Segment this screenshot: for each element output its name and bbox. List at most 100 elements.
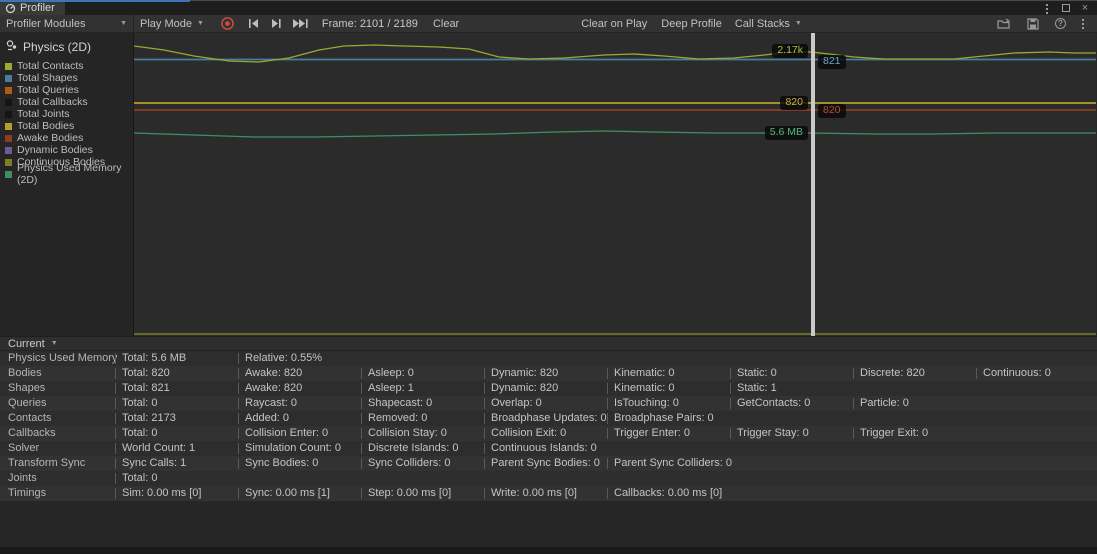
chart-value-badge-820: 820 (818, 104, 846, 118)
tab-profiler[interactable]: Profiler (0, 1, 65, 15)
focused-tab-accent (0, 0, 190, 2)
table-row-contacts: Contacts Total: 2173 Added: 0 Removed: 0 Bro… (0, 411, 1097, 426)
row-label: Transform Sync (8, 456, 85, 471)
table-row-bodies: BodiesTotal: 820Awake: 820Asleep: 0Dynam… (0, 366, 1097, 381)
stat-cell: Sync Calls: 1 (115, 458, 186, 469)
legend-swatch (5, 159, 12, 166)
stat-cell: Added: 0 (238, 413, 289, 424)
detail-view-dropdown[interactable]: Current ▼ (0, 336, 1097, 351)
clear-button[interactable]: Clear (426, 15, 466, 32)
row-label: Contacts (8, 411, 51, 426)
chart-legend: Total ContactsTotal ShapesTotal QueriesT… (5, 60, 133, 180)
chevron-down-icon: ▼ (197, 20, 204, 27)
legend-swatch (5, 99, 12, 106)
legend-swatch (5, 87, 12, 94)
stat-cell: Write: 0.00 ms [0] (484, 488, 577, 499)
call-stacks-dropdown[interactable]: Call Stacks ▼ (729, 15, 808, 32)
tab-title: Profiler (20, 2, 55, 14)
legend-item-physics-used-memory-2d[interactable]: Physics Used Memory (2D) (5, 168, 133, 180)
physics-details-table: Physics Used MemoryTotal: 5.6 MBRelative… (0, 351, 1097, 501)
stat-cell: Continuous: 0 (976, 368, 1051, 379)
stat-cell: Total: 0 (115, 398, 157, 409)
profiler-modules-dropdown[interactable]: Profiler Modules ▼ (0, 15, 134, 32)
legend-item-total-joints[interactable]: Total Joints (5, 108, 133, 120)
empty-space (0, 501, 1097, 547)
legend-item-total-shapes[interactable]: Total Shapes (5, 72, 133, 84)
chart-value-badge-2-17k: 2.17k (772, 44, 808, 58)
profiler-chart[interactable]: 2.17k 821 820 820 5.6 MB (134, 33, 1096, 336)
module-header-physics-2d[interactable]: Physics (2D) (5, 37, 133, 60)
stat-cell: Removed: 0 (361, 413, 427, 424)
legend-swatch (5, 171, 12, 178)
toolbar-menu-icon[interactable] (1078, 18, 1089, 29)
chart-value-badge-820: 820 (780, 96, 808, 110)
legend-item-dynamic-bodies[interactable]: Dynamic Bodies (5, 144, 133, 156)
load-profile-icon[interactable] (993, 18, 1015, 30)
stat-cell: Collision Enter: 0 (238, 428, 328, 439)
legend-swatch (5, 135, 12, 142)
stat-cell: Broadphase Updates: 0 (484, 413, 607, 424)
stat-cell: Total: 2173 (115, 413, 176, 424)
module-panel: Physics (2D) Total ContactsTotal ShapesT… (0, 33, 134, 336)
stat-cell: Trigger Exit: 0 (853, 428, 928, 439)
deep-profile-toggle[interactable]: Deep Profile (654, 15, 729, 32)
stat-cell: Collision Stay: 0 (361, 428, 447, 439)
frame-scrubber[interactable] (811, 33, 815, 336)
stat-cell: Awake: 820 (238, 368, 302, 379)
profiler-toolbar: Profiler Modules ▼ Play Mode ▼ (0, 15, 1097, 33)
chevron-down-icon: ▼ (120, 20, 127, 27)
next-frame-button[interactable] (265, 15, 287, 32)
row-label: Joints (8, 471, 37, 486)
stat-cell: Dynamic: 820 (484, 368, 558, 379)
legend-item-awake-bodies[interactable]: Awake Bodies (5, 132, 133, 144)
first-frame-button[interactable] (243, 15, 265, 32)
stat-cell: Trigger Enter: 0 (607, 428, 690, 439)
window-menu-icon[interactable] (1041, 2, 1053, 14)
legend-swatch (5, 75, 12, 82)
legend-swatch (5, 123, 12, 130)
stat-cell: Raycast: 0 (238, 398, 297, 409)
stat-cell: Trigger Stay: 0 (730, 428, 809, 439)
stat-cell: Simulation Count: 0 (238, 443, 341, 454)
module-title: Physics (2D) (23, 40, 91, 54)
stat-cell: GetContacts: 0 (730, 398, 810, 409)
stat-cell: IsTouching: 0 (607, 398, 679, 409)
close-icon[interactable]: × (1079, 2, 1091, 14)
legend-item-total-queries[interactable]: Total Queries (5, 84, 133, 96)
title-bar: Profiler × (0, 0, 1097, 15)
chart-value-badge-5-6-mb: 5.6 MB (765, 126, 808, 140)
table-row-transform-sync: Transform SyncSync Calls: 1Sync Bodies: … (0, 456, 1097, 471)
clear-on-play-toggle[interactable]: Clear on Play (574, 15, 654, 32)
row-label: Bodies (8, 366, 42, 381)
stat-cell: Shapecast: 0 (361, 398, 432, 409)
row-label: Shapes (8, 381, 45, 396)
stat-cell: Total: 821 (115, 383, 170, 394)
legend-item-total-callbacks[interactable]: Total Callbacks (5, 96, 133, 108)
stat-cell: Collision Exit: 0 (484, 428, 566, 439)
stat-cell: Sync Colliders: 0 (361, 458, 451, 469)
save-profile-icon[interactable] (1023, 18, 1043, 30)
maximize-icon[interactable] (1060, 2, 1072, 14)
legend-item-total-bodies[interactable]: Total Bodies (5, 120, 133, 132)
stat-cell: Broadphase Pairs: 0 (607, 413, 714, 424)
legend-label: Physics Used Memory (2D) (17, 162, 133, 186)
legend-item-total-contacts[interactable]: Total Contacts (5, 60, 133, 72)
stat-cell: Discrete: 820 (853, 368, 925, 379)
row-label: Solver (8, 441, 39, 456)
table-row-timings: TimingsSim: 0.00 ms [0]Sync: 0.00 ms [1]… (0, 486, 1097, 501)
legend-label: Total Queries (17, 84, 79, 96)
stat-cell: Callbacks: 0.00 ms [0] (607, 488, 722, 499)
record-button[interactable] (216, 15, 239, 32)
stat-cell: Total: 0 (115, 428, 157, 439)
play-mode-dropdown[interactable]: Play Mode ▼ (134, 15, 210, 32)
stat-cell: Asleep: 1 (361, 383, 414, 394)
row-label: Callbacks (8, 426, 56, 441)
stat-cell: Discrete Islands: 0 (361, 443, 458, 454)
stat-cell: Static: 0 (730, 368, 777, 379)
table-row-joints: JointsTotal: 0 (0, 471, 1097, 486)
last-frame-button[interactable] (287, 15, 314, 32)
help-icon[interactable]: ? (1051, 18, 1070, 29)
stat-cell: Sim: 0.00 ms [0] (115, 488, 201, 499)
legend-swatch (5, 147, 12, 154)
chart-value-badge-821: 821 (818, 55, 846, 69)
